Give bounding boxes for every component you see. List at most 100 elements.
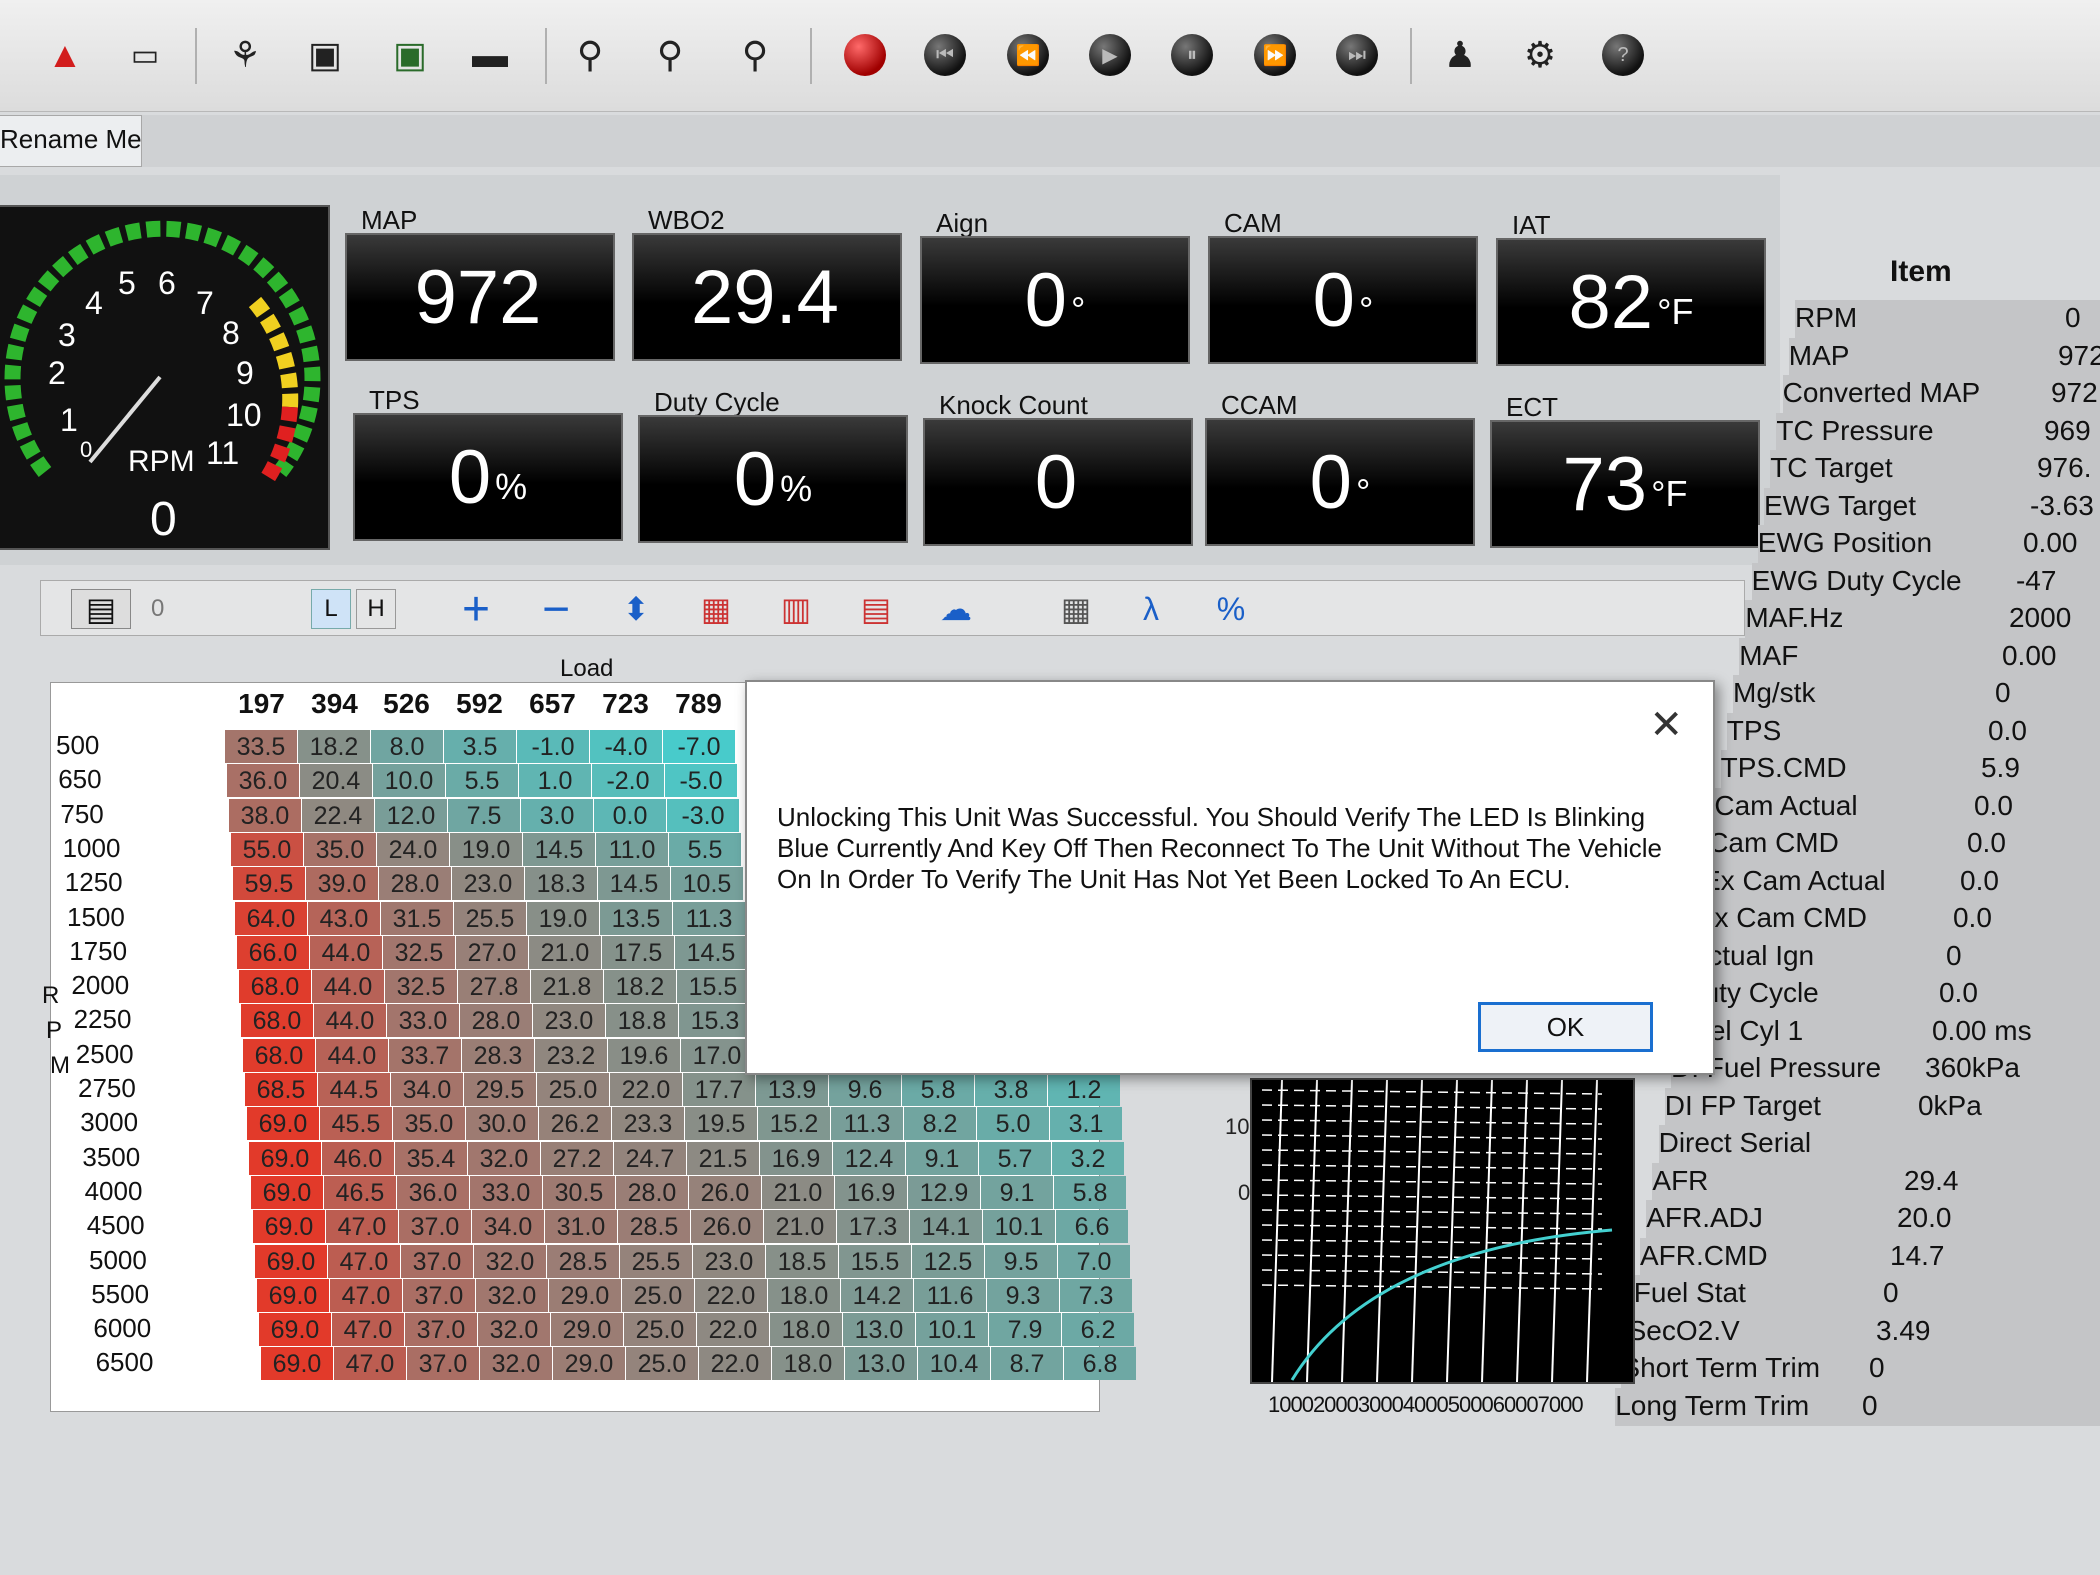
table-cell[interactable]: 25.0	[537, 1073, 609, 1106]
table-cell[interactable]: 12.5	[912, 1244, 984, 1278]
table-cell[interactable]: 44.0	[314, 1004, 386, 1038]
table-cell[interactable]: 68.0	[243, 1038, 315, 1072]
table-cell[interactable]: 28.3	[462, 1038, 534, 1072]
table-cell[interactable]: 37.0	[401, 1244, 473, 1278]
table-cell[interactable]: 69.0	[253, 1210, 325, 1244]
table-cell[interactable]: 10.4	[918, 1347, 990, 1381]
item-row[interactable]: MAP 972	[1788, 337, 2100, 376]
table-cell[interactable]: 7.0	[1058, 1244, 1130, 1278]
table-cell[interactable]: 5.5	[669, 832, 741, 866]
table-cell[interactable]: 23.0	[693, 1244, 765, 1278]
table-cell[interactable]: 64.0	[235, 901, 307, 935]
table-cell[interactable]: 19.0	[527, 901, 599, 935]
table-cell[interactable]: 14.5	[598, 867, 670, 901]
table-cell[interactable]: 47.0	[328, 1244, 400, 1278]
item-row[interactable]: EWG Position 0.00	[1757, 525, 2100, 563]
item-row[interactable]: DI FP Target 0kPa	[1664, 1087, 2100, 1126]
item-row[interactable]: Short Term Trim 0	[1621, 1350, 2100, 1388]
table-cell[interactable]: 26.2	[539, 1107, 611, 1141]
table-cell[interactable]: 37.0	[399, 1210, 471, 1244]
table-cell[interactable]: 47.0	[332, 1313, 404, 1347]
table-cell[interactable]: 35.4	[395, 1141, 467, 1175]
table-cell[interactable]: 13.0	[843, 1313, 915, 1347]
table-cell[interactable]: 12.4	[833, 1141, 905, 1175]
table-cell[interactable]: 16.9	[760, 1141, 832, 1175]
table-cell[interactable]: 20.4	[300, 764, 372, 798]
table-cell[interactable]: 30.5	[543, 1175, 615, 1209]
table-cell[interactable]: 69.0	[249, 1141, 321, 1175]
table-cell[interactable]: 32.0	[476, 1278, 548, 1312]
table-cell[interactable]: 1.2	[1048, 1073, 1120, 1106]
table-cell[interactable]: 17.7	[683, 1073, 755, 1106]
item-row[interactable]: Long Term Trim 0	[1615, 1387, 2100, 1426]
item-row[interactable]: EWG Target -3.63	[1764, 487, 2100, 526]
table-cell[interactable]: 29.0	[551, 1313, 623, 1347]
fast-forward-icon[interactable]: ⏩	[1250, 30, 1300, 80]
table-cell[interactable]: 11.3	[673, 901, 745, 935]
table-cell[interactable]: 3.2	[1052, 1141, 1124, 1175]
item-row[interactable]: Actual Ign 0	[1689, 937, 2100, 976]
table-cell[interactable]: 23.2	[535, 1038, 607, 1072]
table-cell[interactable]: 18.5	[766, 1244, 838, 1278]
ok-button[interactable]: OK	[1478, 1002, 1653, 1052]
high-button[interactable]: H	[356, 589, 396, 629]
table-cell[interactable]: 32.0	[474, 1244, 546, 1278]
table-cell[interactable]: 31.5	[381, 901, 453, 935]
smooth-icon[interactable]: ☁	[936, 589, 976, 629]
table-cell[interactable]: 22.4	[302, 798, 374, 832]
table-cell[interactable]: 38.0	[229, 798, 301, 832]
connect-icon[interactable]: ⚘	[220, 30, 270, 80]
table-cell[interactable]: -1.0	[517, 730, 589, 763]
table-cell[interactable]: 15.3	[679, 1004, 751, 1038]
table-cell[interactable]: 11.0	[596, 832, 668, 866]
zoom-in-icon[interactable]: ⚲	[645, 30, 695, 80]
table-cell[interactable]: 45.5	[320, 1107, 392, 1141]
table-cell[interactable]: 18.8	[606, 1004, 678, 1038]
table-cell[interactable]: 10.5	[671, 867, 743, 901]
table-cell[interactable]: 29.5	[464, 1073, 536, 1106]
table-cell[interactable]: 25.0	[624, 1313, 696, 1347]
table-cell[interactable]: 3.1	[1050, 1107, 1122, 1141]
table-cell[interactable]: 21.8	[531, 970, 603, 1004]
table-cell[interactable]: 33.0	[387, 1004, 459, 1038]
table-cell[interactable]: 22.0	[699, 1347, 771, 1381]
updown-icon[interactable]: ⬍	[616, 589, 656, 629]
table-cell[interactable]: -7.0	[663, 730, 735, 763]
table-cell[interactable]: 33.0	[470, 1175, 542, 1209]
table-cell[interactable]: 18.0	[768, 1278, 840, 1312]
table-cell[interactable]: 17.3	[837, 1210, 909, 1244]
item-row[interactable]: TC Target 976.	[1770, 450, 2100, 488]
table-cell[interactable]: 69.0	[261, 1347, 333, 1381]
table-cell[interactable]: 36.0	[397, 1175, 469, 1209]
table-cell[interactable]: 32.0	[468, 1141, 540, 1175]
table-cell[interactable]: 68.5	[245, 1073, 317, 1106]
table-cell[interactable]: 19.6	[608, 1038, 680, 1072]
table-cell[interactable]: 10.1	[916, 1313, 988, 1347]
table-cell[interactable]: 15.2	[758, 1107, 830, 1141]
table-cell[interactable]: 5.8	[902, 1073, 974, 1106]
table-cell[interactable]: 9.5	[985, 1244, 1057, 1278]
table-cell[interactable]: 68.0	[241, 1004, 313, 1038]
table-cell[interactable]: 7.3	[1060, 1278, 1132, 1312]
table-cell[interactable]: 15.5	[839, 1244, 911, 1278]
table-cell[interactable]: 12.9	[908, 1175, 980, 1209]
table-cell[interactable]: 32.5	[383, 935, 455, 969]
table-cell[interactable]: 13.5	[600, 901, 672, 935]
warning-icon[interactable]: ▲	[40, 30, 90, 80]
table-cell[interactable]: 69.0	[251, 1175, 323, 1209]
pause-icon[interactable]: ⏸	[1167, 30, 1217, 80]
table-cell[interactable]: 37.0	[403, 1278, 475, 1312]
table-cell[interactable]: 8.2	[904, 1107, 976, 1141]
item-row[interactable]: Converted MAP 972	[1782, 375, 2100, 413]
record-icon[interactable]	[840, 30, 890, 80]
table-cell[interactable]: 21.5	[687, 1141, 759, 1175]
table-cell[interactable]: 47.0	[326, 1210, 398, 1244]
table-cell[interactable]: 0.0	[594, 798, 666, 832]
help-icon[interactable]: ?	[1598, 30, 1648, 80]
table-cell[interactable]: 28.0	[460, 1004, 532, 1038]
skip-forward-icon[interactable]: ⏭	[1332, 30, 1382, 80]
table-cell[interactable]: -4.0	[590, 730, 662, 763]
table-cell[interactable]: 3.5	[444, 730, 516, 763]
table-cell[interactable]: 8.7	[991, 1347, 1063, 1381]
close-icon[interactable]: ✕	[1649, 702, 1683, 748]
